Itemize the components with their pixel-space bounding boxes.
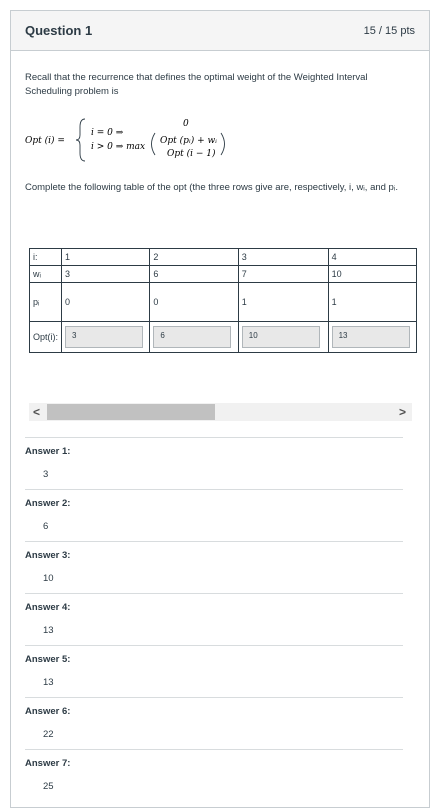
- answer-item: Answer 3: 10: [25, 541, 403, 593]
- answer-item: Answer 6: 22: [25, 697, 403, 749]
- table-cell: 3: [237, 248, 329, 266]
- table-row: pᵢ 0 0 1 1: [28, 282, 418, 322]
- table-cell: 3: [61, 265, 151, 283]
- answer-value: 6: [43, 521, 49, 532]
- table-cell: 4: [327, 248, 418, 266]
- answer-item: Answer 1: 3: [25, 437, 403, 489]
- row-label: i:: [28, 248, 63, 266]
- right-paren: [220, 132, 225, 156]
- answer-label: Answer 5:: [25, 654, 71, 665]
- answer-label: Answer 1:: [25, 446, 71, 457]
- question-points: 15 / 15 pts: [363, 24, 415, 37]
- row-label: pᵢ: [28, 282, 63, 322]
- answer-item: Answer 5: 13: [25, 645, 403, 697]
- table-cell: 6: [149, 265, 239, 283]
- prompt-intro: Recall that the recurrence that defines …: [25, 72, 368, 97]
- answer-item: Answer 4: 13: [25, 593, 403, 645]
- table-cell: 2: [149, 248, 239, 266]
- answer-value: 13: [43, 625, 54, 636]
- answer-item: Answer 2: 6: [25, 489, 403, 541]
- table-cell: 1: [237, 282, 329, 322]
- answer-value: 22: [43, 729, 54, 740]
- chevron-left-icon[interactable]: <: [33, 403, 40, 421]
- question-card: Question 1 15 / 15 pts Recall that the r…: [10, 10, 430, 808]
- formula-opt-pi: Opt (pᵢ) + wᵢ: [160, 135, 217, 146]
- answer-label: Answer 4:: [25, 602, 71, 613]
- question-title: Question 1: [25, 23, 93, 38]
- chevron-right-icon[interactable]: >: [399, 403, 406, 421]
- row-label: wᵢ: [28, 265, 63, 283]
- answer-label: Answer 7:: [25, 758, 71, 769]
- formula-case1: i = 0 ⇒: [91, 128, 124, 138]
- opt-cell: 10: [237, 321, 329, 353]
- left-paren: [151, 132, 156, 156]
- answer-item: Answer 7: 25: [25, 749, 403, 801]
- answer-value: 25: [43, 781, 54, 792]
- table-cell: 1: [327, 282, 418, 322]
- opt-table: i: 1 2 3 4 wᵢ 3 6 7 10 pᵢ 0 0 1 1 Opt(i)…: [28, 248, 418, 353]
- table-row: wᵢ 3 6 7 10: [28, 265, 418, 283]
- table-cell: 7: [237, 265, 329, 283]
- formula-lhs: Opt (i) =: [25, 135, 65, 146]
- prompt-instruction: Complete the following table of the opt …: [25, 182, 398, 193]
- opt-row: Opt(i): 3 6 10 13: [28, 321, 418, 353]
- answers-list: Answer 1: 3 Answer 2: 6 Answer 3: 10 Ans…: [25, 437, 403, 801]
- question-header: Question 1 15 / 15 pts: [11, 11, 429, 51]
- opt-cell: 13: [327, 321, 418, 353]
- scrollbar-thumb[interactable]: [47, 404, 215, 420]
- answer-value: 13: [43, 677, 54, 688]
- answer-label: Answer 3:: [25, 550, 71, 561]
- formula-case2: i > 0 ⇒ max: [91, 142, 145, 152]
- opt-answer-field[interactable]: 10: [241, 326, 320, 348]
- answer-label: Answer 2:: [25, 498, 71, 509]
- table-cell: 0: [149, 282, 239, 322]
- answer-label: Answer 6:: [25, 706, 71, 717]
- opt-answer-field[interactable]: 6: [153, 326, 232, 348]
- opt-answer-field[interactable]: 13: [331, 326, 410, 348]
- answer-value: 3: [43, 469, 49, 480]
- opt-label: Opt(i):: [28, 321, 63, 353]
- table-cell: 10: [327, 265, 418, 283]
- opt-answer-field[interactable]: 3: [65, 326, 144, 348]
- opt-cell: 3: [61, 321, 151, 353]
- left-brace: [75, 118, 86, 162]
- table-cell: 0: [61, 282, 151, 322]
- formula-opt-prev: Opt (i − 1): [167, 148, 216, 159]
- table-row: i: 1 2 3 4: [28, 248, 418, 266]
- formula-zero: 0: [183, 119, 189, 129]
- opt-cell: 6: [149, 321, 239, 353]
- recurrence-formula: Opt (i) = i = 0 ⇒ i > 0 ⇒ max 0 Opt (pᵢ)…: [25, 118, 225, 162]
- answer-value: 10: [43, 573, 54, 584]
- table-cell: 1: [61, 248, 151, 266]
- horizontal-scrollbar[interactable]: < >: [29, 403, 412, 421]
